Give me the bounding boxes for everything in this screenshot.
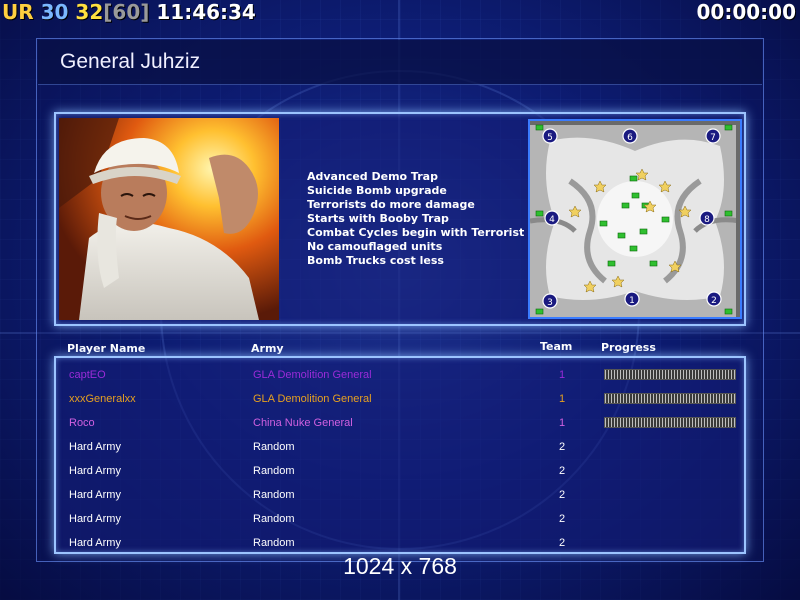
general-trait: No camouflaged units: [307, 240, 443, 253]
army-cell: China Nuke General: [253, 417, 353, 429]
hud-fps-limit: [60]: [103, 0, 150, 24]
general-traits-list: Advanced Demo Trap Suicide Bomb upgrade …: [307, 170, 524, 268]
hud-ur-label: UR: [2, 0, 34, 24]
army-cell: Random: [253, 537, 295, 549]
team-cell: 1: [559, 369, 566, 381]
player-table: captEO GLA Demolition General 1 xxxGener…: [54, 356, 746, 554]
minimap-start-label: 2: [711, 296, 717, 306]
team-cell: 1: [559, 393, 566, 405]
player-name-cell: xxxGeneralxx: [69, 393, 136, 405]
general-trait: Advanced Demo Trap: [307, 170, 438, 183]
army-cell: GLA Demolition General: [253, 369, 372, 381]
army-cell: Random: [253, 441, 295, 453]
minimap-start-label: 8: [704, 215, 710, 225]
minimap-start-label: 3: [547, 298, 553, 308]
table-row: Roco China Nuke General 1: [56, 412, 744, 436]
hud-frames: 32: [75, 0, 104, 24]
table-row: Hard Army Random 2: [56, 484, 744, 508]
progress-bar: [604, 417, 736, 428]
general-trait: Bomb Trucks cost less: [307, 254, 444, 267]
hud-timer: 00:00:00: [696, 0, 797, 24]
column-header-team: Team: [540, 340, 573, 353]
team-cell: 2: [559, 441, 566, 453]
player-name-cell: captEO: [69, 369, 106, 381]
minimap-start-label: 5: [547, 133, 553, 143]
table-row: xxxGeneralxx GLA Demolition General 1: [56, 388, 744, 412]
hud-stats: UR 30 32[60] 11:46:34: [2, 0, 256, 24]
army-cell: Random: [253, 465, 295, 477]
team-cell: 2: [559, 537, 566, 549]
general-trait: Suicide Bomb upgrade: [307, 184, 447, 197]
column-header-army: Army: [251, 342, 284, 355]
army-cell: Random: [253, 489, 295, 501]
minimap-image: 5 6 7 4 8 3 1 2: [530, 121, 740, 317]
hud-fps: 30: [40, 0, 69, 24]
team-cell: 2: [559, 513, 566, 525]
minimap-start-label: 6: [627, 133, 633, 143]
team-cell: 2: [559, 489, 566, 501]
progress-bar: [604, 369, 736, 380]
general-trait: Terrorists do more damage: [307, 198, 475, 211]
table-row: Hard Army Random 2: [56, 436, 744, 460]
army-cell: Random: [253, 513, 295, 525]
minimap-start-label: 4: [549, 215, 555, 225]
table-row: Hard Army Random 2: [56, 460, 744, 484]
column-header-player-name: Player Name: [67, 342, 146, 355]
general-title: General Juhziz: [60, 50, 201, 73]
player-name-cell: Roco: [69, 417, 95, 429]
table-row: captEO GLA Demolition General 1: [56, 364, 744, 388]
hud-clock: 11:46:34: [156, 0, 256, 24]
general-portrait-image: [59, 118, 279, 320]
minimap: 5 6 7 4 8 3 1 2: [528, 119, 742, 319]
minimap-start-label: 7: [710, 133, 716, 143]
army-cell: GLA Demolition General: [253, 393, 372, 405]
progress-bar: [604, 393, 736, 404]
column-header-progress: Progress: [601, 341, 656, 354]
team-cell: 2: [559, 465, 566, 477]
general-trait: Starts with Booby Trap: [307, 212, 449, 225]
general-portrait: [59, 118, 279, 320]
player-name-cell: Hard Army: [69, 441, 121, 453]
general-trait: Combat Cycles begin with Terrorist: [307, 226, 525, 239]
player-name-cell: Hard Army: [69, 537, 121, 549]
table-row: Hard Army Random 2: [56, 508, 744, 532]
player-name-cell: Hard Army: [69, 489, 121, 501]
player-name-cell: Hard Army: [69, 465, 121, 477]
player-name-cell: Hard Army: [69, 513, 121, 525]
resolution-label: 1024 x 768: [343, 553, 457, 579]
team-cell: 1: [559, 417, 566, 429]
minimap-start-label: 1: [629, 296, 635, 306]
